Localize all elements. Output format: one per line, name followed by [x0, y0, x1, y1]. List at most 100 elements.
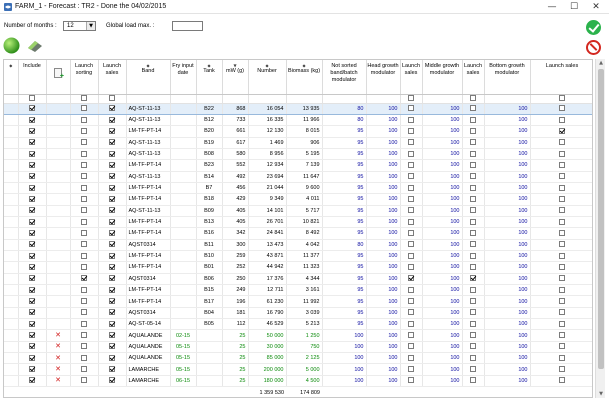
launch-sales-middle-checkbox[interactable] — [470, 195, 476, 202]
launch-sales-checkbox[interactable] — [109, 207, 115, 214]
head-growth-modulator-cell[interactable]: 100 — [366, 239, 401, 251]
launch-sorting-checkbox[interactable] — [81, 309, 87, 316]
not-sorted-modulator-cell[interactable]: 80 — [322, 114, 367, 127]
head-growth-modulator-cell[interactable]: 100 — [366, 318, 401, 331]
launch-sales-checkbox[interactable] — [109, 116, 115, 123]
launch-sales-bottom-checkbox[interactable] — [559, 150, 565, 157]
table-row[interactable]: LM-TF-PT-14 B15 249 12 711 3 161 95 100 100 100 — [4, 284, 592, 297]
table-row[interactable]: AQ-ST-11-13 B09 405 14 101 5 717 95 100 100 100 — [4, 205, 592, 217]
delete-x-icon[interactable]: ✕ — [55, 376, 61, 384]
launch-sales-checkbox[interactable] — [109, 332, 115, 339]
middle-growth-modulator-cell[interactable]: 100 — [422, 250, 463, 263]
launch-sales-checkbox[interactable] — [109, 173, 115, 180]
include-checkbox[interactable] — [29, 195, 35, 202]
launch-sales-checkbox[interactable] — [109, 139, 115, 146]
include-checkbox[interactable] — [29, 116, 35, 123]
middle-growth-modulator-cell[interactable]: 100 — [422, 341, 463, 354]
not-sorted-modulator-cell[interactable]: 95 — [322, 171, 367, 183]
launch-sales-head-checkbox[interactable] — [408, 332, 414, 339]
launch-sales-middle-checkbox[interactable] — [470, 150, 476, 157]
bottom-growth-modulator-cell[interactable]: 100 — [484, 205, 531, 217]
launch-sales-middle-checkbox[interactable] — [470, 264, 476, 271]
bottom-growth-modulator-cell[interactable]: 100 — [484, 137, 531, 149]
not-sorted-modulator-cell[interactable]: 95 — [322, 261, 367, 274]
launch-sales-checkbox[interactable] — [109, 354, 115, 361]
launch-sorting-checkbox[interactable] — [81, 252, 87, 259]
table-row[interactable]: ✕ LAMARCHE 05-15 25 200 000 5 000 100 100 100 100 — [4, 363, 592, 376]
middle-growth-modulator-cell[interactable]: 100 — [422, 239, 463, 251]
launch-sorting-checkbox[interactable] — [81, 150, 87, 157]
include-checkbox[interactable] — [29, 252, 35, 259]
table-row[interactable]: LM-TF-PT-14 B10 259 43 871 11 377 95 100 100 100 — [4, 250, 592, 263]
launch-sales-checkbox[interactable] — [109, 150, 115, 157]
include-checkbox[interactable] — [29, 264, 35, 271]
table-row[interactable]: AQST0314 B04 181 16 790 3 039 95 100 100 100 — [4, 307, 592, 320]
bottom-growth-modulator-cell[interactable]: 100 — [484, 341, 531, 354]
launch-sales-middle-checkbox[interactable] — [470, 275, 476, 282]
col-header-not-sorted[interactable]: Not sorted band/batch modulator — [322, 60, 367, 95]
launch-sales-head-checkbox[interactable] — [408, 241, 414, 248]
bottom-growth-modulator-cell[interactable]: 100 — [484, 318, 531, 331]
table-row[interactable]: LM-TF-PT-14 B20 661 12 130 8 015 95 100 100 100 — [4, 125, 592, 138]
launch-sales-head-checkbox[interactable] — [408, 286, 414, 293]
table-row[interactable]: ✕ LAMARCHE 06-15 25 180 000 4 500 100 100 100 100 — [4, 375, 592, 388]
launch-sales-middle-checkbox[interactable] — [470, 343, 476, 350]
launch-sorting-checkbox[interactable] — [81, 366, 87, 373]
col-header-biomass[interactable]: ◆ Biomass (kg) — [286, 60, 323, 95]
launch-sales-middle-checkbox[interactable] — [470, 173, 476, 180]
no-entry-icon[interactable] — [586, 40, 601, 55]
launch-sorting-checkbox[interactable] — [81, 230, 87, 236]
launch-sorting-checkbox[interactable] — [81, 116, 87, 123]
not-sorted-modulator-cell[interactable]: 100 — [322, 341, 367, 354]
bottom-growth-modulator-cell[interactable]: 100 — [484, 261, 531, 274]
launch-sales-middle-checkbox[interactable] — [470, 332, 476, 339]
launch-sales-checkbox[interactable] — [109, 309, 115, 316]
include-checkbox[interactable] — [29, 298, 35, 305]
middle-growth-modulator-cell[interactable]: 100 — [422, 352, 463, 365]
launch-sales-head-checkbox[interactable] — [408, 150, 414, 157]
include-checkbox[interactable] — [29, 218, 35, 225]
middle-growth-modulator-cell[interactable]: 100 — [422, 159, 463, 172]
launch-sales-middle-checkbox[interactable] — [470, 366, 476, 373]
head-growth-modulator-cell[interactable]: 100 — [366, 329, 401, 342]
bottom-growth-modulator-cell[interactable]: 100 — [484, 329, 531, 342]
include-checkbox[interactable] — [29, 207, 35, 214]
launch-sales-bottom-checkbox[interactable] — [559, 252, 565, 259]
include-checkbox[interactable] — [29, 377, 35, 384]
head-growth-modulator-cell[interactable]: 100 — [366, 137, 401, 149]
bottom-growth-modulator-cell[interactable]: 100 — [484, 295, 531, 308]
bottom-growth-modulator-cell[interactable]: 100 — [484, 159, 531, 172]
launch-sales-head-checkbox[interactable] — [408, 377, 414, 384]
launch-sorting-checkbox[interactable] — [81, 218, 87, 225]
middle-growth-modulator-cell[interactable]: 100 — [422, 273, 463, 286]
bottom-growth-modulator-cell[interactable]: 100 — [484, 284, 531, 297]
table-row[interactable]: AQ-ST-11-13 B08 580 8 956 5 195 95 100 100 100 — [4, 148, 592, 161]
table-row[interactable]: ✕ AQUALANDE 05-15 25 30 000 750 100 100 100 100 — [4, 341, 592, 354]
col-header-band[interactable]: ◆ Band — [126, 60, 171, 95]
include-checkbox[interactable] — [29, 354, 35, 361]
col-header-launch-sales-2[interactable]: Launch sales — [400, 60, 423, 95]
middle-growth-modulator-cell[interactable]: 100 — [422, 125, 463, 138]
not-sorted-modulator-cell[interactable]: 95 — [322, 216, 367, 229]
bottom-growth-modulator-cell[interactable]: 100 — [484, 102, 531, 115]
launch-sales-bottom-checkbox[interactable] — [559, 184, 565, 191]
launch-sales-head-checkbox[interactable] — [408, 173, 414, 180]
launch-sales-middle-checkbox[interactable] — [470, 116, 476, 123]
middle-growth-modulator-cell[interactable]: 100 — [422, 375, 463, 388]
launch-sales-checkbox[interactable] — [109, 230, 115, 236]
table-row[interactable]: LM-TF-PT-14 B13 405 26 701 10 821 95 100 100 100 — [4, 216, 592, 229]
head-growth-modulator-cell[interactable]: 100 — [366, 159, 401, 172]
launch-sales-bottom-checkbox[interactable] — [559, 241, 565, 248]
col-header-head-growth[interactable]: Head growth modulator — [366, 60, 401, 95]
include-checkbox[interactable] — [29, 332, 35, 339]
launch-sales-middle-checkbox[interactable] — [470, 184, 476, 191]
head-growth-modulator-cell[interactable]: 100 — [366, 102, 401, 115]
include-checkbox[interactable] — [29, 184, 35, 191]
launch-sales-checkbox[interactable] — [109, 264, 115, 271]
middle-growth-modulator-cell[interactable]: 100 — [422, 182, 463, 195]
middle-growth-modulator-cell[interactable]: 100 — [422, 193, 463, 206]
head-growth-modulator-cell[interactable]: 100 — [366, 341, 401, 354]
not-sorted-modulator-cell[interactable]: 95 — [322, 250, 367, 263]
launch-sales-head-checkbox[interactable] — [408, 309, 414, 316]
not-sorted-modulator-cell[interactable]: 95 — [322, 227, 367, 240]
